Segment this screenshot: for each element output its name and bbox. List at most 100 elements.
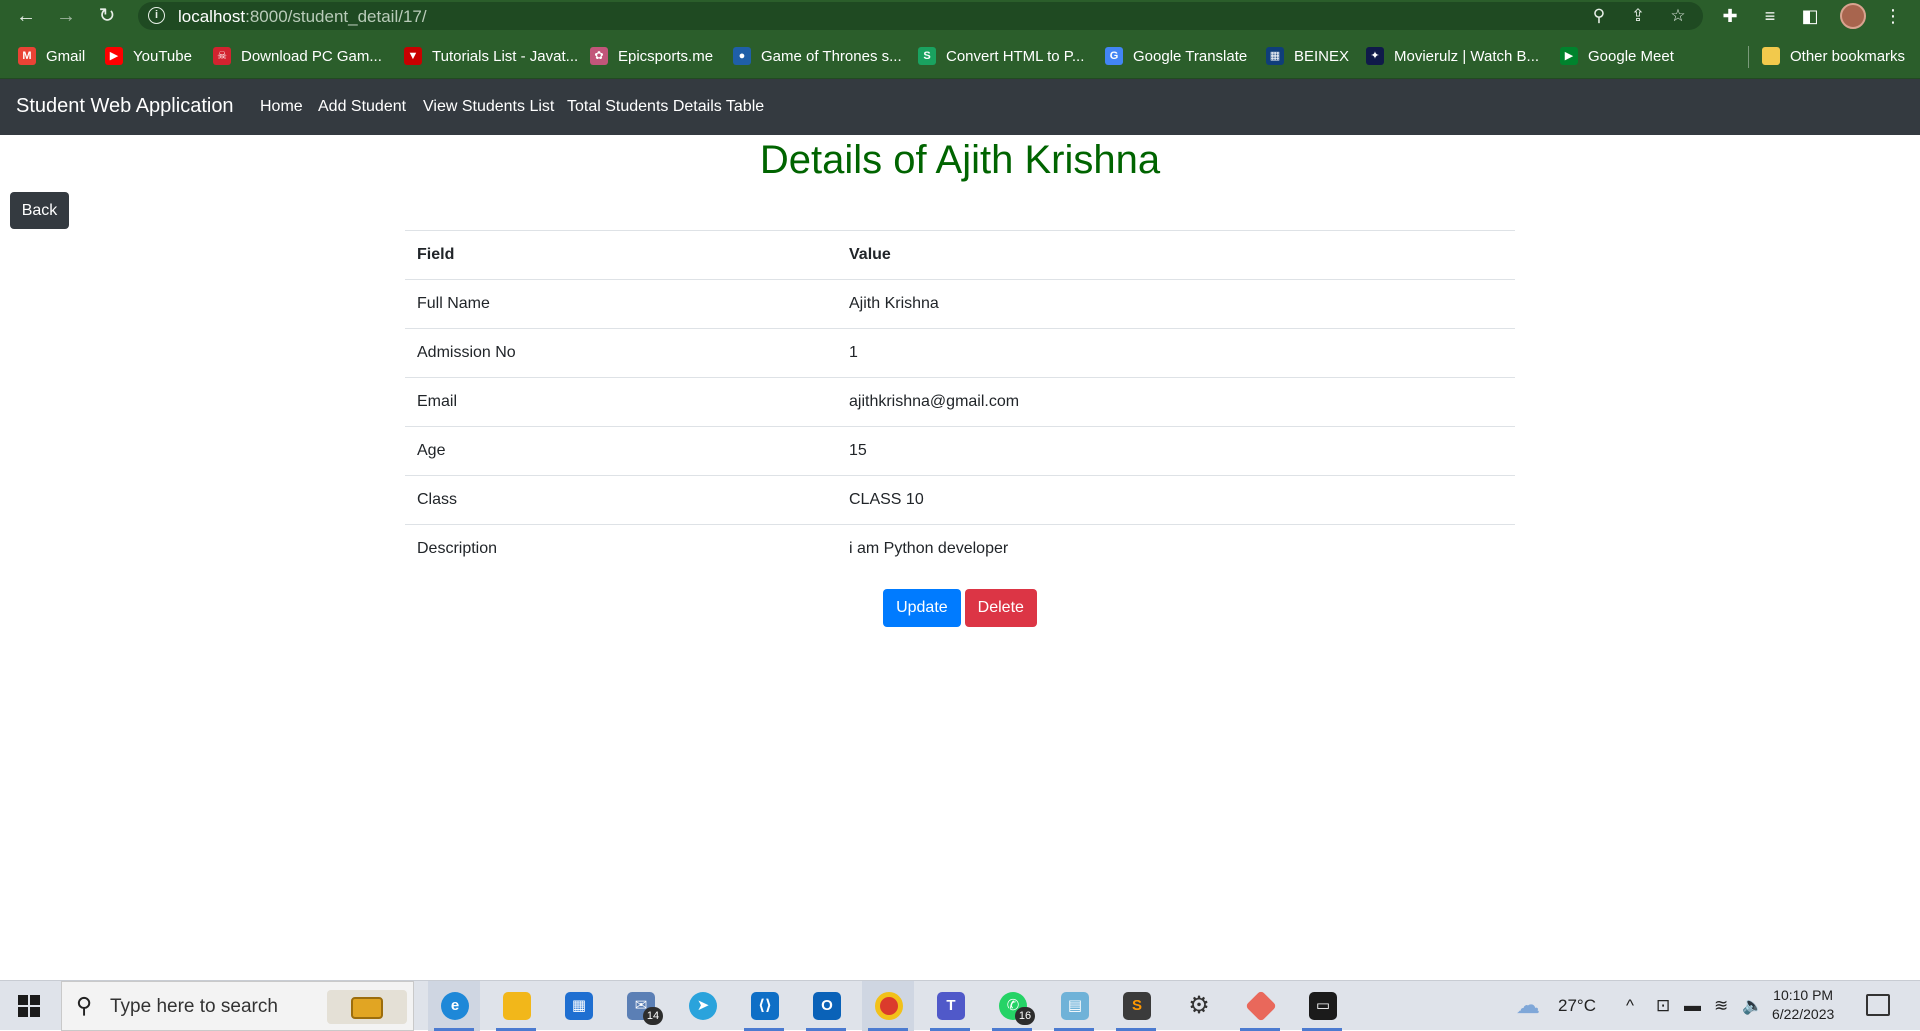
update-button[interactable]: Update bbox=[883, 589, 961, 627]
taskbar-sublime[interactable]: S bbox=[1110, 981, 1162, 1031]
beinex-icon: ▦ bbox=[1266, 47, 1284, 65]
taskbar-notepad[interactable]: ▤ bbox=[1048, 981, 1100, 1031]
taskbar-vscode[interactable]: ⟨⟩ bbox=[738, 981, 790, 1031]
weather-icon[interactable]: ☁ bbox=[1516, 991, 1540, 1020]
nav-link-view-students[interactable]: View Students List bbox=[423, 98, 554, 116]
delete-button[interactable]: Delete bbox=[964, 589, 1037, 627]
clock-time: 10:10 PM bbox=[1773, 987, 1834, 1003]
back-button[interactable]: Back bbox=[10, 192, 69, 229]
teams-icon: T bbox=[937, 992, 965, 1020]
url-text[interactable]: localhost:8000/student_detail/17/ bbox=[178, 7, 427, 27]
site-info-icon[interactable]: i bbox=[148, 7, 165, 24]
navbar-brand[interactable]: Student Web Application bbox=[16, 95, 234, 118]
bookmark-download-pc-gam[interactable]: ☠ Download PC Gam... bbox=[213, 45, 382, 67]
bookmark-label: YouTube bbox=[133, 47, 192, 65]
menu-kebab-icon[interactable]: ⋮ bbox=[1881, 4, 1905, 28]
bookmark-beinex[interactable]: ▦ BEINEX bbox=[1266, 45, 1349, 67]
whatsapp-badge: 16 bbox=[1015, 1007, 1035, 1025]
notification-center-icon[interactable] bbox=[1866, 994, 1890, 1016]
address-bar[interactable]: i localhost:8000/student_detail/17/ ⚲ ⇪ … bbox=[138, 2, 1703, 30]
profile-avatar[interactable] bbox=[1840, 3, 1866, 29]
reading-list-icon[interactable]: ≡ bbox=[1758, 4, 1782, 28]
nav-link-total-students-table[interactable]: Total Students Details Table bbox=[567, 98, 764, 116]
browser-toolbar: ← → ↻ i localhost:8000/student_detail/17… bbox=[0, 0, 1920, 32]
gmail-icon: M bbox=[18, 47, 36, 65]
search-highlight-briefcase-icon[interactable] bbox=[327, 990, 407, 1024]
bookmark-label: Google Translate bbox=[1133, 47, 1248, 65]
field-cell: Email bbox=[405, 377, 837, 427]
taskbar-teams[interactable]: T bbox=[924, 981, 976, 1031]
bookmark-epicsports-me[interactable]: ✿ Epicsports.me bbox=[590, 45, 713, 67]
value-cell: 15 bbox=[837, 426, 1515, 476]
store-icon: ▦ bbox=[565, 992, 593, 1020]
back-arrow-icon[interactable]: ← bbox=[14, 4, 38, 28]
epicsports-icon: ✿ bbox=[590, 47, 608, 65]
bookmark-label: Gmail bbox=[46, 47, 86, 65]
taskbar-whatsapp[interactable]: ✆ 16 bbox=[986, 981, 1038, 1031]
bookmark-star-icon[interactable]: ☆ bbox=[1668, 6, 1688, 26]
taskbar-outlook[interactable]: O bbox=[800, 981, 852, 1031]
value-cell: 1 bbox=[837, 328, 1515, 378]
taskbar-file-explorer[interactable] bbox=[490, 981, 542, 1031]
table-row: Email ajithkrishna@gmail.com bbox=[405, 377, 1515, 427]
taskbar-telegram[interactable]: ➤ bbox=[676, 981, 728, 1031]
value-cell: i am Python developer bbox=[837, 524, 1515, 574]
bookmark-tutorials-list-javat[interactable]: ▼ Tutorials List - Javat... bbox=[404, 45, 578, 67]
meet-icon: ▶ bbox=[1560, 47, 1578, 65]
chrome-icon bbox=[875, 992, 903, 1020]
meet-now-icon[interactable]: ⊡ bbox=[1656, 996, 1670, 1016]
column-header-field: Field bbox=[405, 230, 837, 280]
forward-arrow-icon[interactable]: → bbox=[54, 4, 78, 28]
bookmark-google-meet[interactable]: ▶ Google Meet bbox=[1560, 45, 1674, 67]
taskbar-search[interactable]: ⚲ Type here to search bbox=[61, 981, 414, 1031]
clock-date: 6/22/2023 bbox=[1772, 1006, 1835, 1022]
taskbar-chrome[interactable] bbox=[862, 981, 914, 1031]
git-icon bbox=[1245, 990, 1277, 1022]
side-panel-icon[interactable]: ◧ bbox=[1798, 4, 1822, 28]
taskbar-edge[interactable]: e bbox=[428, 981, 480, 1031]
field-cell: Class bbox=[405, 475, 837, 525]
bookmark-label: Tutorials List - Javat... bbox=[432, 47, 579, 65]
bookmark-label: Google Meet bbox=[1588, 47, 1674, 65]
wifi-icon[interactable]: ≋ bbox=[1714, 996, 1728, 1016]
weather-temperature[interactable]: 27°C bbox=[1558, 996, 1596, 1016]
nav-link-home[interactable]: Home bbox=[260, 98, 303, 116]
notepad-icon: ▤ bbox=[1061, 992, 1089, 1020]
bookmark-convert-html-to-p[interactable]: S Convert HTML to P... bbox=[918, 45, 1084, 67]
search-placeholder[interactable]: Type here to search bbox=[110, 996, 278, 1018]
taskbar-terminal[interactable]: ▭ bbox=[1296, 981, 1348, 1031]
field-cell: Full Name bbox=[405, 279, 837, 329]
movierulz-icon: ✦ bbox=[1366, 47, 1384, 65]
bookmark-google-translate[interactable]: G Google Translate bbox=[1105, 45, 1247, 67]
value-cell: CLASS 10 bbox=[837, 475, 1515, 525]
other-bookmarks[interactable]: Other bookmarks bbox=[1762, 45, 1905, 67]
battery-icon[interactable]: ▬ bbox=[1684, 996, 1701, 1016]
taskbar-clock[interactable]: 10:10 PM 6/22/2023 bbox=[1772, 986, 1834, 1024]
reload-icon[interactable]: ↻ bbox=[95, 4, 119, 28]
extensions-icon[interactable]: ✚ bbox=[1718, 4, 1742, 28]
share-icon[interactable]: ⇪ bbox=[1628, 6, 1648, 26]
bookmark-label: Movierulz | Watch B... bbox=[1394, 47, 1540, 65]
zoom-icon[interactable]: ⚲ bbox=[1589, 6, 1609, 26]
globe-icon: ● bbox=[733, 47, 751, 65]
field-cell: Description bbox=[405, 524, 837, 574]
outlook-icon: O bbox=[813, 992, 841, 1020]
bookmark-gmail[interactable]: M Gmail bbox=[18, 45, 85, 67]
bookmark-movierulz-watch-b[interactable]: ✦ Movierulz | Watch B... bbox=[1366, 45, 1539, 67]
windows-start-icon[interactable] bbox=[18, 995, 40, 1017]
taskbar-mail[interactable]: ✉ 14 bbox=[614, 981, 666, 1031]
terminal-icon: ▭ bbox=[1309, 992, 1337, 1020]
volume-icon[interactable]: 🔈 bbox=[1742, 996, 1763, 1016]
sublime-icon: S bbox=[1123, 992, 1151, 1020]
taskbar-settings[interactable]: ⚙ bbox=[1172, 981, 1224, 1031]
bookmark-game-of-thrones-s[interactable]: ● Game of Thrones s... bbox=[733, 45, 902, 67]
bookmark-youtube[interactable]: ▶ YouTube bbox=[105, 45, 192, 67]
tray-chevron-up-icon[interactable]: ^ bbox=[1626, 996, 1634, 1016]
taskbar-store[interactable]: ▦ bbox=[552, 981, 604, 1031]
bookmark-label: Epicsports.me bbox=[618, 47, 714, 65]
table-row: Full Name Ajith Krishna bbox=[405, 279, 1515, 329]
action-buttons: Update Delete bbox=[0, 589, 1920, 627]
nav-link-add-student[interactable]: Add Student bbox=[318, 98, 406, 116]
taskbar-git[interactable] bbox=[1234, 981, 1286, 1031]
windows-taskbar: ⚲ Type here to search e ▦ ✉ 14 ➤ ⟨⟩ O T … bbox=[0, 980, 1920, 1031]
